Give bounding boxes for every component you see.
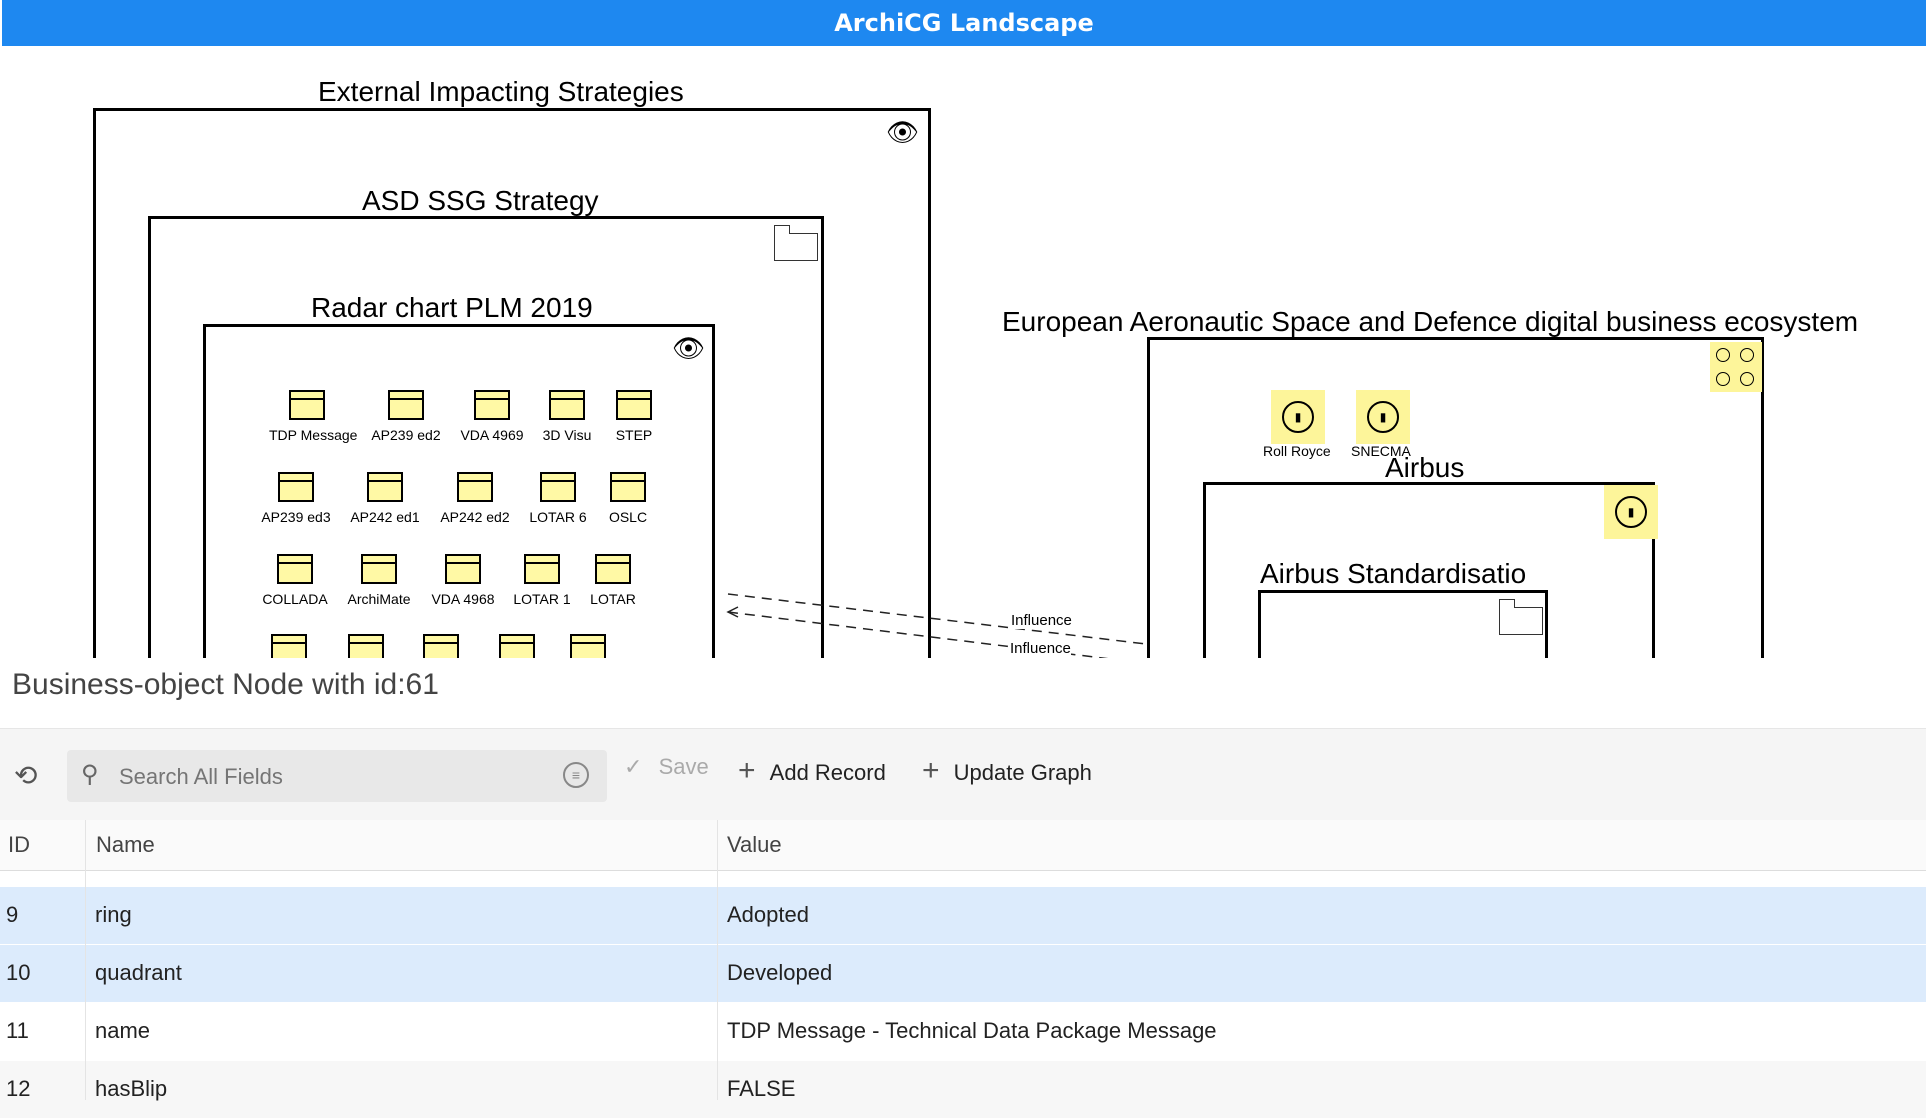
relation-label-influence: Influence (1011, 612, 1072, 629)
group-title-european: European Aeronautic Space and Defence di… (1002, 306, 1859, 337)
table-row[interactable]: 12 hasBlip FALSE (0, 1061, 1926, 1118)
properties-table: ID Name Value 9 ring Adopted 10 quadrant… (0, 820, 1926, 1118)
cell-name: hasBlip (95, 1076, 168, 1101)
column-divider (85, 820, 86, 1100)
cell-value[interactable]: TDP Message - Technical Data Package Mes… (727, 1003, 1217, 1059)
diagram-canvas[interactable]: External Impacting Strategies 👁 ASD SSG … (0, 46, 1926, 658)
plus-icon: + (738, 754, 756, 787)
save-button[interactable]: ✓ Save (624, 754, 709, 780)
search-input[interactable] (117, 758, 541, 796)
filter-icon[interactable]: ≡ (563, 762, 589, 788)
search-box[interactable]: ⚲ ≡ (67, 750, 607, 802)
cell-value[interactable]: FALSE (727, 1061, 795, 1117)
cell-name: ring (95, 902, 132, 927)
group-title-airbus-std: Airbus Standardisatio (1260, 558, 1527, 589)
add-record-label: Add Record (769, 760, 886, 785)
update-graph-button[interactable]: + Update Graph (922, 754, 1092, 788)
update-graph-label: Update Graph (953, 760, 1092, 785)
search-icon: ⚲ (81, 761, 99, 788)
cell-id: 10 (6, 960, 31, 985)
grid-toolbar: ⟲ ⚲ ≡ ✓ Save + Add Record + Update Graph (0, 728, 1926, 821)
column-header-name[interactable]: Name (96, 820, 155, 870)
column-header-value[interactable]: Value (727, 820, 782, 870)
table-row[interactable]: 9 ring Adopted (0, 887, 1926, 944)
cell-name: quadrant (95, 960, 182, 985)
relation-label-influence: Influence (1010, 640, 1071, 657)
column-header-id[interactable]: ID (8, 820, 30, 870)
app-title: ArchiCG Landscape (2, 0, 1926, 46)
cell-name: name (95, 1018, 151, 1043)
table-row[interactable]: 10 quadrant Developed (0, 945, 1926, 1002)
cell-id: 9 (6, 902, 19, 927)
actor-group-icon (1710, 342, 1762, 392)
cell-id: 12 (6, 1076, 31, 1101)
actor-snecma[interactable]: ▮ (1356, 390, 1410, 444)
folder-icon (1498, 599, 1543, 635)
group-airbus-standardisation[interactable] (1258, 590, 1548, 658)
panel-title: Business-object Node with id:61 (12, 668, 439, 701)
cell-id: 11 (6, 1018, 29, 1043)
actor-icon: ▮ (1367, 401, 1399, 433)
refresh-icon[interactable]: ⟲ (14, 759, 37, 792)
actor-icon: ▮ (1282, 401, 1314, 433)
cell-value[interactable]: Adopted (727, 887, 809, 943)
actor-roll-royce[interactable]: ▮ (1271, 390, 1325, 444)
add-record-button[interactable]: + Add Record (738, 754, 886, 788)
table-row[interactable]: 11 name TDP Message - Technical Data Pac… (0, 1003, 1926, 1060)
actor-label: Roll Royce (1263, 443, 1331, 459)
column-divider (717, 820, 718, 1100)
actor-icon-airbus: ▮ (1604, 485, 1658, 539)
cell-value[interactable]: Developed (727, 945, 832, 1001)
save-label: Save (658, 754, 709, 779)
plus-icon: + (922, 754, 940, 787)
check-icon: ✓ (624, 754, 643, 779)
table-header: ID Name Value (0, 820, 1926, 871)
group-title-airbus: Airbus (1385, 452, 1465, 483)
